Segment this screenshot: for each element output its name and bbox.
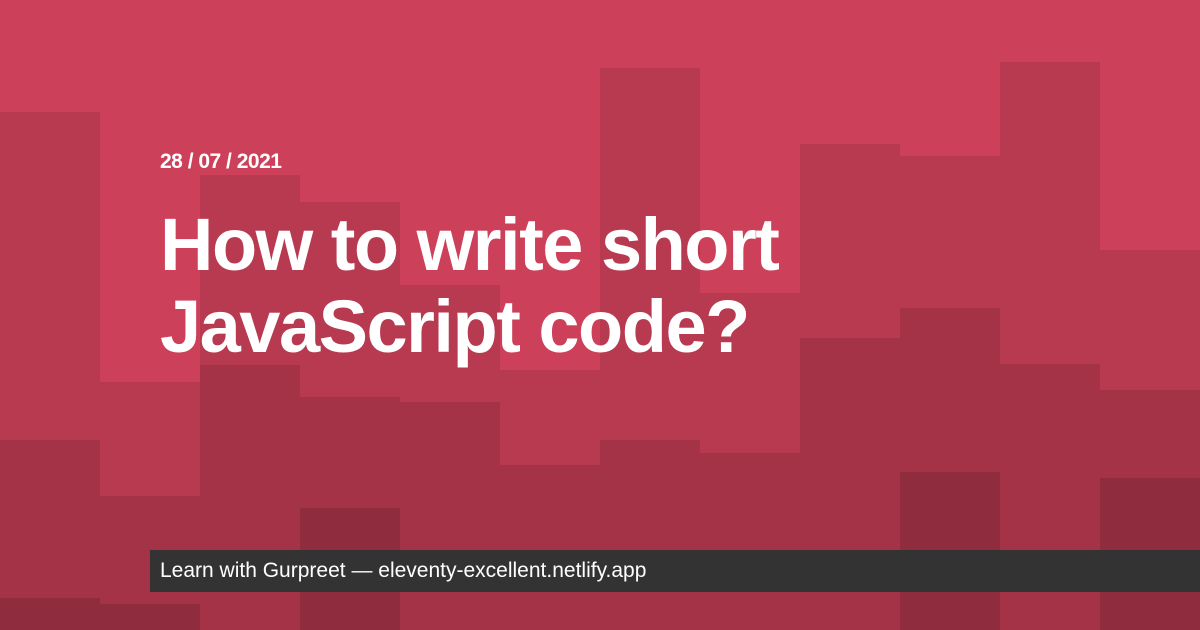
footer-site: eleventy-excellent.netlify.app xyxy=(378,559,647,582)
post-title-line-2: JavaScript code? xyxy=(160,285,750,368)
footer-separator: — xyxy=(345,559,379,582)
bg-block xyxy=(400,402,500,630)
footer-author: Learn with Gurpreet xyxy=(160,559,346,582)
bg-block xyxy=(100,604,200,630)
bg-block xyxy=(0,598,100,630)
post-title: How to write short JavaScript code? xyxy=(160,204,1120,368)
footer-bar: Learn with Gurpreet — eleventy-excellent… xyxy=(150,550,1200,592)
bg-block xyxy=(500,465,600,630)
post-date: 28 / 07 / 2021 xyxy=(160,150,282,173)
post-title-line-1: How to write short xyxy=(160,203,780,286)
bg-block xyxy=(700,453,800,630)
bg-block xyxy=(600,440,700,630)
